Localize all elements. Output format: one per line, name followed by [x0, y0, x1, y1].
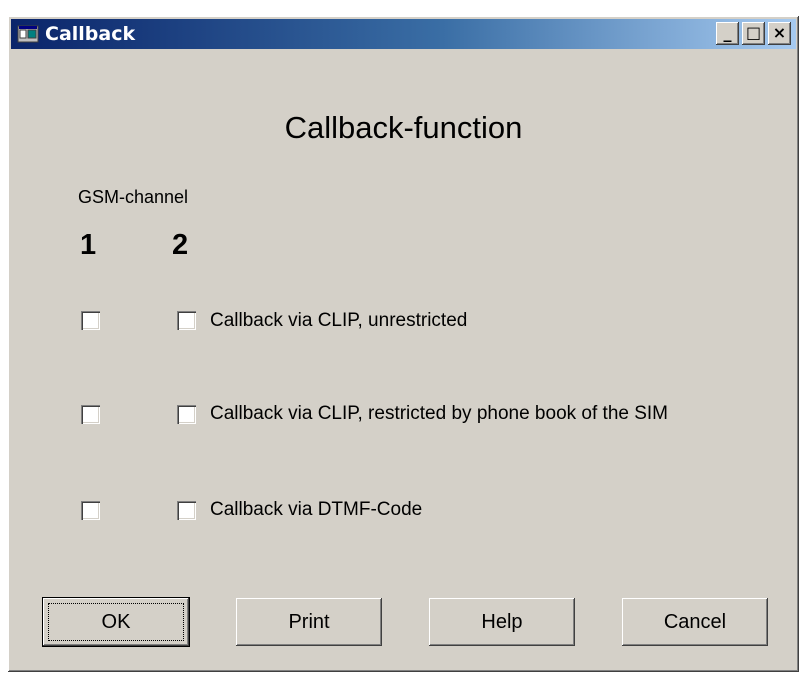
cancel-button-label: Cancel: [663, 611, 727, 633]
close-icon: ×: [772, 23, 787, 42]
callback-dialog: Callback _ □ × Callback-function GSM-cha…: [8, 16, 799, 672]
clip-unrestricted-label: Callback via CLIP, unrestricted: [210, 310, 468, 331]
help-button-label: Help: [481, 611, 523, 633]
dtmf-code-ch2-checkbox[interactable]: [177, 501, 196, 520]
minimize-button[interactable]: _: [716, 22, 739, 45]
minimize-icon: _: [723, 23, 732, 42]
title-bar[interactable]: Callback _ □ ×: [11, 19, 796, 49]
channel-2-header: 2: [172, 229, 189, 261]
clip-restricted-label: Callback via CLIP, restricted by phone b…: [210, 403, 669, 424]
clip-unrestricted-ch1-checkbox[interactable]: [81, 311, 100, 330]
print-button[interactable]: Print: [236, 598, 382, 646]
maximize-button[interactable]: □: [742, 22, 765, 45]
dialog-heading: Callback-function: [284, 110, 523, 145]
window-title: Callback: [45, 23, 136, 45]
clip-unrestricted-ch2-checkbox[interactable]: [177, 311, 196, 330]
maximize-icon: □: [745, 23, 762, 42]
close-button[interactable]: ×: [768, 22, 791, 45]
clip-restricted-ch1-checkbox[interactable]: [81, 405, 100, 424]
ok-button[interactable]: OK: [43, 598, 189, 646]
gsm-channel-label: GSM-channel: [78, 187, 189, 207]
dtmf-code-label: Callback via DTMF-Code: [210, 499, 423, 520]
cancel-button[interactable]: Cancel: [622, 598, 768, 646]
clip-restricted-ch2-checkbox[interactable]: [177, 405, 196, 424]
channel-1-header: 1: [80, 229, 97, 261]
help-button[interactable]: Help: [429, 598, 575, 646]
dtmf-code-ch1-checkbox[interactable]: [81, 501, 100, 520]
print-button-label: Print: [288, 611, 330, 633]
ok-button-label: OK: [101, 611, 131, 633]
app-window-icon: [17, 25, 39, 43]
